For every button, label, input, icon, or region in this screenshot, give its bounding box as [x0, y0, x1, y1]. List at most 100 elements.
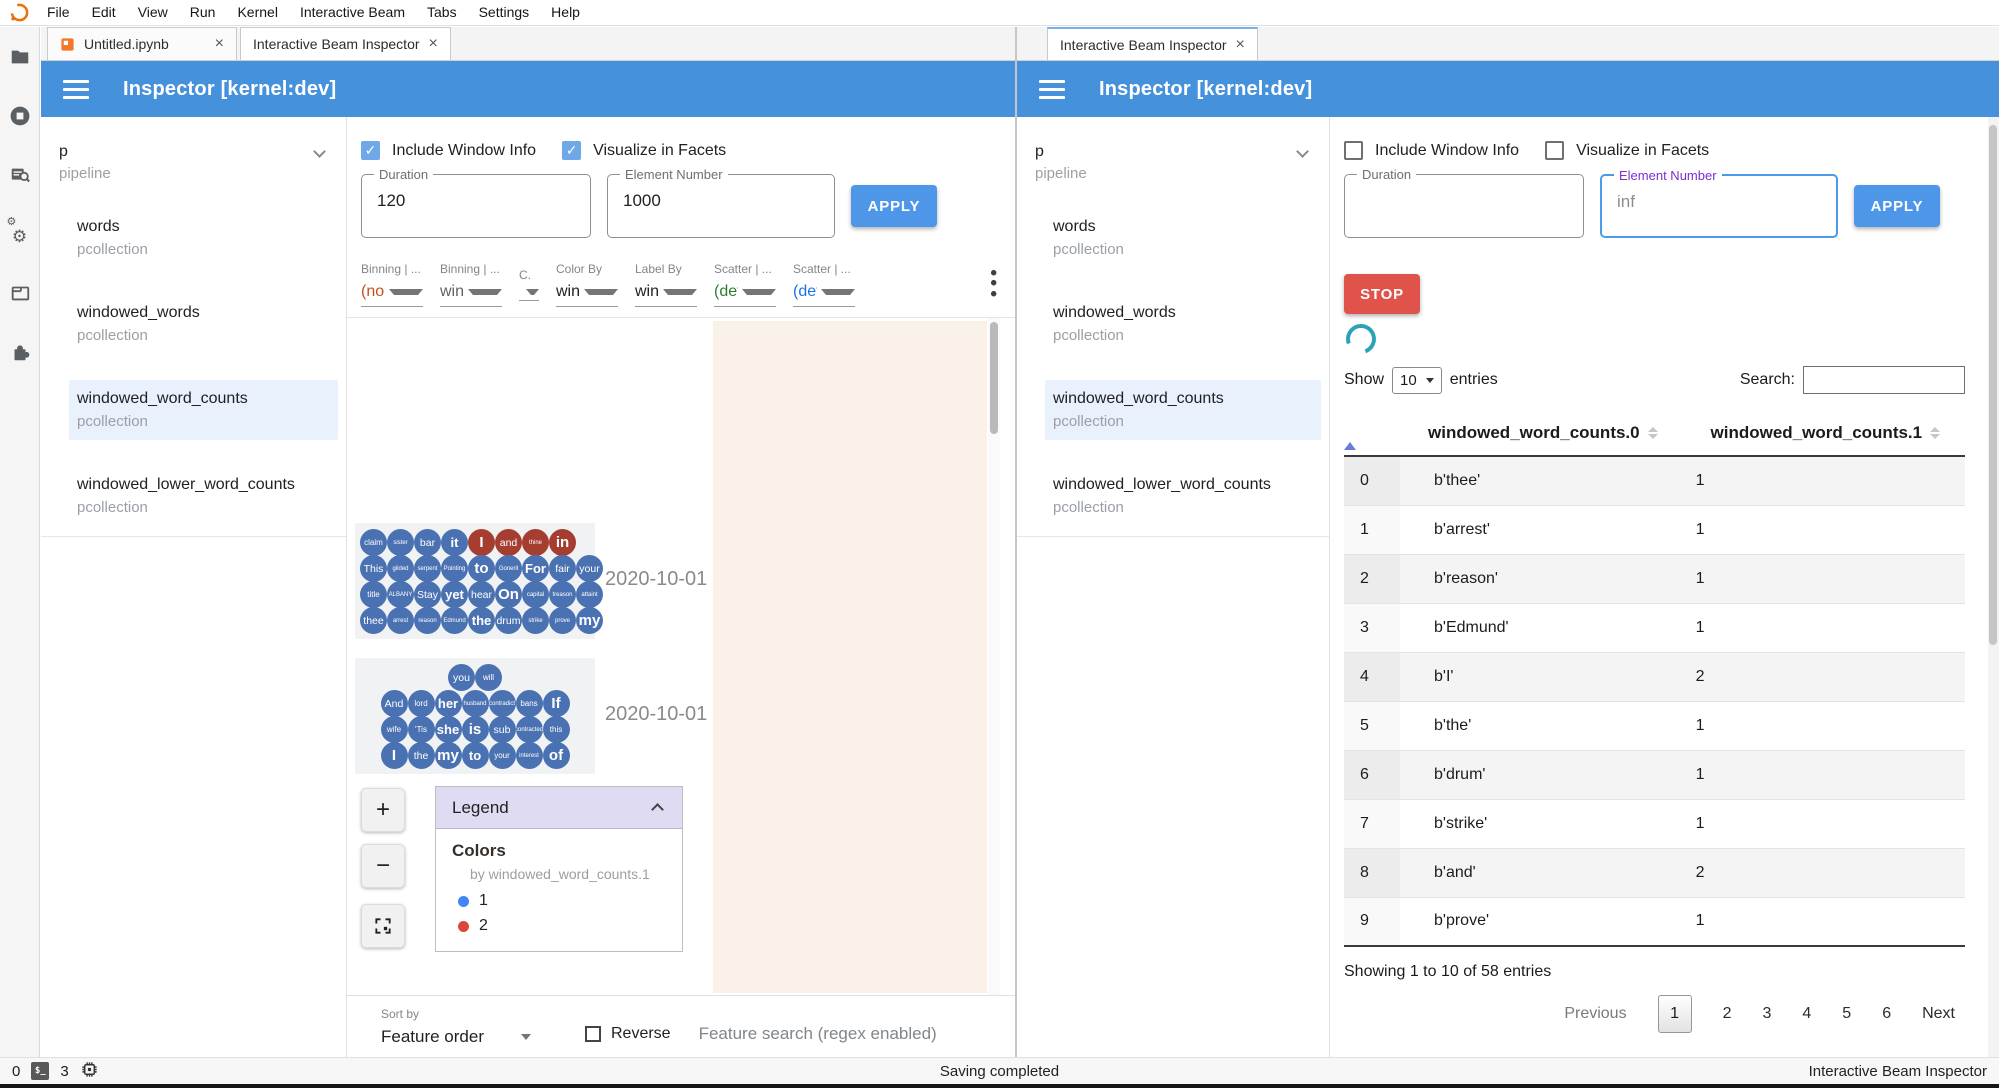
- pcollection-item-words[interactable]: words pcollection: [69, 208, 338, 268]
- column-header-0[interactable]: windowed_word_counts.0: [1400, 410, 1686, 457]
- word-bubble[interactable]: hear: [468, 581, 495, 608]
- word-bubble[interactable]: she: [434, 716, 462, 743]
- word-bubble[interactable]: of: [542, 742, 570, 769]
- word-bubble[interactable]: treason: [549, 581, 576, 608]
- zoom-in-button[interactable]: +: [361, 788, 405, 832]
- word-bubble[interactable]: On: [495, 581, 522, 608]
- word-bubble[interactable]: my: [576, 607, 603, 634]
- word-bubble[interactable]: sister: [387, 529, 414, 556]
- hamburger-menu-icon[interactable]: [63, 79, 89, 99]
- menu-file[interactable]: File: [36, 4, 81, 20]
- running-kernels-icon[interactable]: [8, 104, 32, 128]
- table-row[interactable]: 1 b'arrest' 1: [1344, 505, 1965, 555]
- word-bubble[interactable]: arrest: [387, 607, 414, 634]
- word-bubble[interactable]: is: [461, 716, 489, 743]
- word-bubble[interactable]: contracted: [515, 716, 543, 743]
- table-row[interactable]: 2 b'reason' 1: [1344, 554, 1965, 604]
- word-bubble[interactable]: Pointing: [441, 555, 468, 582]
- word-bubble[interactable]: husband: [461, 690, 489, 717]
- word-bubble[interactable]: gilded: [387, 555, 414, 582]
- table-row[interactable]: 3 b'Edmund' 1: [1344, 603, 1965, 653]
- word-bubble[interactable]: I: [468, 529, 495, 556]
- word-bubble[interactable]: Goneril: [495, 555, 522, 582]
- word-bubble[interactable]: If: [542, 690, 570, 717]
- word-bubble[interactable]: fair: [549, 555, 576, 582]
- word-bubble[interactable]: in: [549, 529, 576, 556]
- page-button-4[interactable]: 4: [1802, 1005, 1811, 1023]
- word-bubble[interactable]: sub: [488, 716, 516, 743]
- menu-interactive-beam[interactable]: Interactive Beam: [289, 4, 416, 20]
- facets-dropdown-0[interactable]: Binning | ... (non: [361, 262, 423, 307]
- word-bubble[interactable]: this: [542, 716, 570, 743]
- word-bubble[interactable]: my: [434, 742, 462, 769]
- word-bubble[interactable]: ALBANY: [387, 581, 414, 608]
- folder-icon[interactable]: [8, 45, 32, 69]
- inspector-card-icon[interactable]: [8, 163, 32, 187]
- word-bubble[interactable]: bans: [515, 690, 543, 717]
- word-bubble[interactable]: bar: [414, 529, 441, 556]
- open-tabs-icon[interactable]: [8, 281, 32, 305]
- word-bubble[interactable]: wife: [380, 716, 408, 743]
- kebab-menu-icon[interactable]: • • •: [990, 264, 997, 304]
- reverse-checkbox[interactable]: [585, 1026, 601, 1042]
- word-bubble[interactable]: the: [468, 607, 495, 634]
- menu-help[interactable]: Help: [540, 4, 591, 20]
- column-header-1[interactable]: windowed_word_counts.1: [1685, 410, 1965, 457]
- sort-by-dropdown[interactable]: Sort by Feature order: [381, 1007, 531, 1047]
- table-row[interactable]: 7 b'strike' 1: [1344, 799, 1965, 849]
- page-size-select[interactable]: 10: [1392, 366, 1442, 394]
- tab-untitled-ipynb[interactable]: Untitled.ipynb ×: [47, 27, 237, 60]
- word-bubble[interactable]: capital: [522, 581, 549, 608]
- next-page-button[interactable]: Next: [1922, 1005, 1955, 1023]
- page-button-5[interactable]: 5: [1842, 1005, 1851, 1023]
- facets-dropdown-4[interactable]: Label By wind: [635, 262, 697, 307]
- word-bubble[interactable]: For: [522, 555, 549, 582]
- element-number-field[interactable]: Element Number 1000: [607, 167, 835, 238]
- word-bubble[interactable]: drum: [495, 607, 522, 634]
- table-row[interactable]: 4 b'I' 2: [1344, 652, 1965, 702]
- facets-dropdown-5[interactable]: Scatter | ... (defa: [714, 262, 776, 307]
- word-bubble[interactable]: thee: [360, 607, 387, 634]
- include-window-info-checkbox[interactable]: [1344, 141, 1363, 160]
- word-bubble[interactable]: reason: [414, 607, 441, 634]
- word-bubble[interactable]: strike: [522, 607, 549, 634]
- facets-dropdown-2[interactable]: C.: [519, 268, 539, 301]
- word-bubble[interactable]: the: [407, 742, 435, 769]
- word-bubble[interactable]: I: [380, 742, 408, 769]
- word-bubble[interactable]: your: [576, 555, 603, 582]
- word-bubble[interactable]: Edmund: [441, 607, 468, 634]
- stop-button[interactable]: STOP: [1344, 274, 1420, 314]
- menu-edit[interactable]: Edit: [81, 4, 127, 20]
- word-bubble[interactable]: to: [461, 742, 489, 769]
- page-button-6[interactable]: 6: [1882, 1005, 1891, 1023]
- pcollection-item-words[interactable]: words pcollection: [1045, 208, 1321, 268]
- include-window-info-checkbox[interactable]: ✓: [361, 141, 380, 160]
- word-bubble[interactable]: your: [488, 742, 516, 769]
- fit-screen-button[interactable]: [361, 904, 405, 948]
- facets-dropdown-3[interactable]: Color By wind: [556, 262, 618, 307]
- word-bubble[interactable]: interest: [515, 742, 543, 769]
- word-bubble[interactable]: claim: [360, 529, 387, 556]
- pcollection-item-windowed_lower_word_counts[interactable]: windowed_lower_word_counts pcollection: [69, 466, 338, 526]
- search-input[interactable]: [1803, 366, 1965, 394]
- hamburger-menu-icon[interactable]: [1039, 79, 1065, 99]
- word-bubble[interactable]: Stay: [414, 581, 441, 608]
- word-bubble[interactable]: contradict: [488, 690, 516, 717]
- previous-page-button[interactable]: Previous: [1564, 1005, 1626, 1023]
- word-bubble[interactable]: lord: [407, 690, 435, 717]
- tab-interactive-beam-inspector[interactable]: Interactive Beam Inspector ×: [1047, 27, 1258, 60]
- duration-field[interactable]: Duration 120: [361, 167, 591, 238]
- pipeline-item[interactable]: p pipeline: [59, 143, 338, 182]
- table-row[interactable]: 9 b'prove' 1: [1344, 897, 1965, 947]
- word-bubble[interactable]: her: [434, 690, 462, 717]
- tab-interactive-beam-inspector[interactable]: Interactive Beam Inspector ×: [240, 27, 451, 60]
- table-row[interactable]: 8 b'and' 2: [1344, 848, 1965, 898]
- word-bubble[interactable]: attaint: [576, 581, 603, 608]
- pcollection-item-windowed_words[interactable]: windowed_words pcollection: [1045, 294, 1321, 354]
- visualize-in-facets-checkbox[interactable]: ✓: [562, 141, 582, 160]
- vertical-scrollbar[interactable]: [1988, 117, 1999, 1057]
- word-bubble[interactable]: thine: [522, 529, 549, 556]
- element-number-field[interactable]: Element Number inf: [1600, 168, 1838, 238]
- visualize-in-facets-checkbox[interactable]: [1545, 141, 1565, 160]
- zoom-out-button[interactable]: −: [361, 844, 405, 888]
